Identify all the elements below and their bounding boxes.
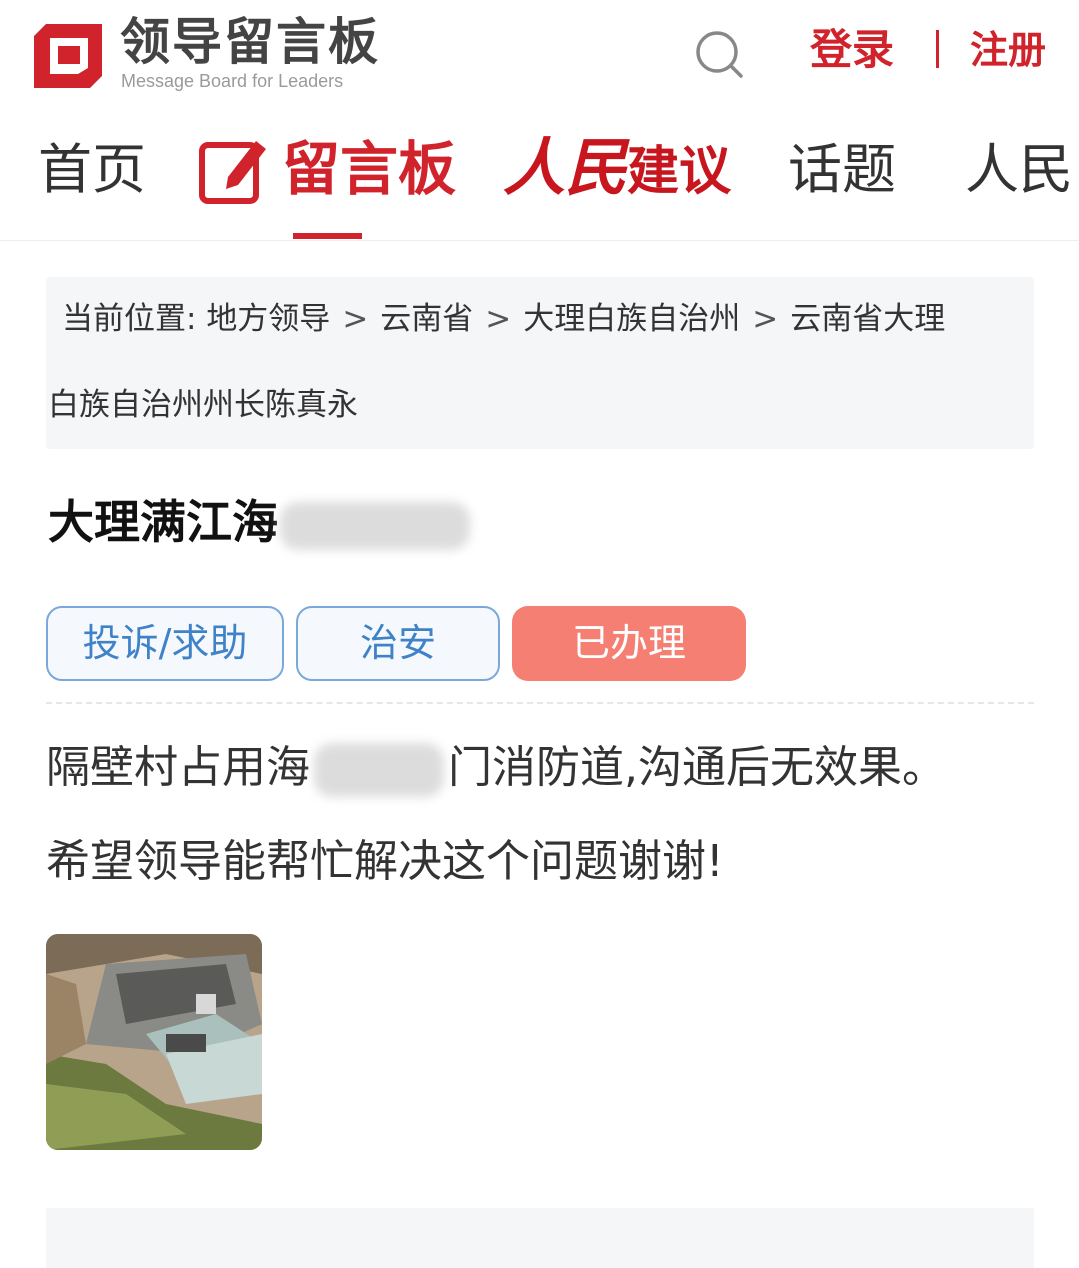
message-title: 大理满江海 [48,492,470,552]
breadcrumb-prefix: 当前位置: [62,301,197,337]
status-badge: 已办理 [512,606,746,681]
content-text: 隔壁村占用海 [46,742,310,793]
nav-item-topics[interactable]: 话题 [788,137,896,203]
message-content-line1: 隔壁村占用海 门消防道,沟通后无效果。 [46,738,946,798]
breadcrumb-item-leader-cont[interactable]: 白族自治州州长陈真永 [48,387,358,423]
tag-complaint-help[interactable]: 投诉/求助 [46,606,284,681]
breadcrumb-separator: > [485,301,512,337]
breadcrumb-separator: > [342,301,369,337]
breadcrumb-item-local-leaders[interactable]: 地方领导 [206,301,330,337]
content-text: 门消防道,沟通后无效果。 [448,742,946,793]
tag-public-security[interactable]: 治安 [296,606,500,681]
logo-subtitle: Message Board for Leaders [121,71,344,91]
main-nav: 首页 留言板 人民建议 话题 人民 [0,115,1079,241]
breadcrumb-separator: > [752,301,779,337]
nav-item-people[interactable]: 人民 [965,137,1073,203]
register-link[interactable]: 注册 [970,26,1046,74]
breadcrumb-item-province[interactable]: 云南省 [380,301,473,337]
attached-photo[interactable] [46,934,262,1150]
breadcrumb-item-leader[interactable]: 云南省大理 [790,301,945,337]
nav-item-home[interactable]: 首页 [38,137,146,203]
auth-divider [936,30,939,68]
nav-active-indicator [293,233,362,239]
login-link[interactable]: 登录 [810,24,894,76]
breadcrumb: 当前位置: 地方领导 > 云南省 > 大理白族自治州 > 云南省大理 白族自治州州长陈真永 [46,277,1034,449]
redacted-blur [314,743,444,797]
nav-item-label: 留言板 [282,135,457,203]
breadcrumb-item-prefecture[interactable]: 大理白族自治州 [523,301,740,337]
jianyi-label: 建议 [627,142,732,202]
bottom-panel [46,1208,1034,1268]
site-header: 领导留言板 Message Board for Leaders 登录 注册 [0,0,1079,115]
search-icon[interactable] [693,28,745,80]
nav-item-renmin-jianyi[interactable]: 人民建议 [503,123,731,217]
divider [46,702,1034,704]
logo-icon [34,24,102,88]
edit-note-icon [199,141,266,204]
message-title-text: 大理满江海 [48,495,278,549]
redacted-blur [280,501,470,550]
logo-title: 领导留言板 [120,13,380,71]
message-content-line2: 希望领导能帮忙解决这个问题谢谢! [46,836,724,887]
renmin-logo-text: 人民 [503,131,628,204]
